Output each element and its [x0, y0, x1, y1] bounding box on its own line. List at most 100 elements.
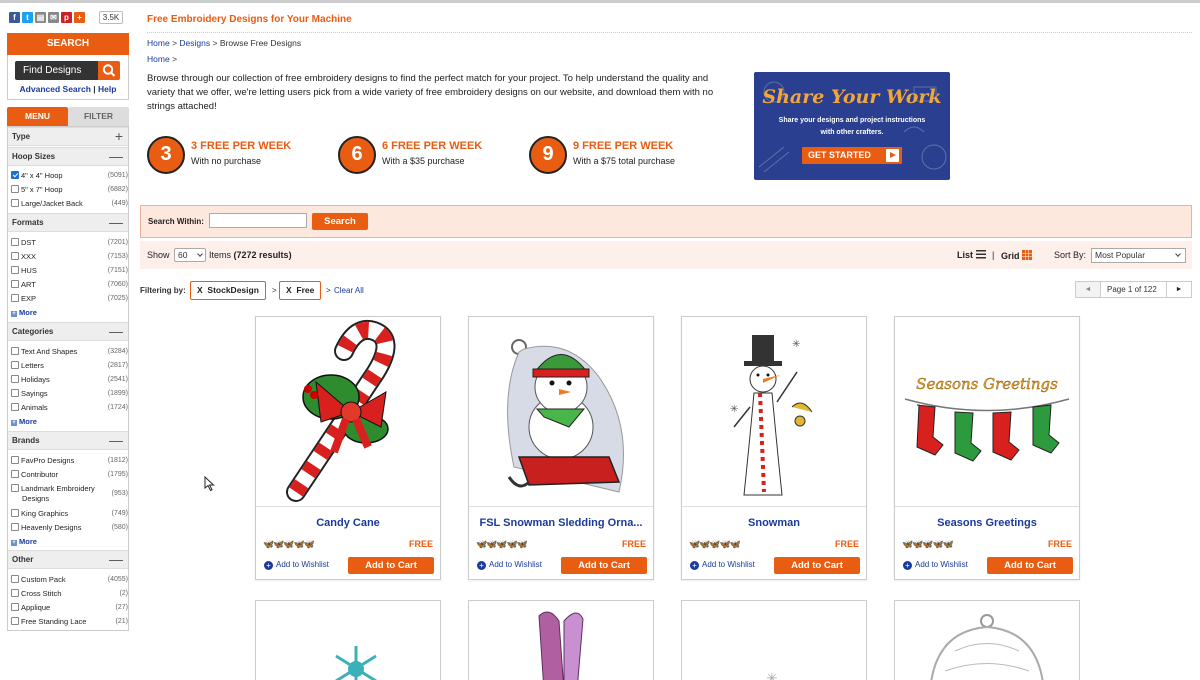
clear-all-link[interactable]: Clear All: [334, 286, 364, 295]
collapse-icon[interactable]: —: [109, 551, 123, 567]
checkbox[interactable]: [11, 361, 19, 369]
search-button[interactable]: [98, 61, 120, 80]
section-hoop-sizes[interactable]: Hoop Sizes —: [8, 147, 128, 166]
add-to-wishlist-link[interactable]: + Add to Wishlist: [903, 560, 968, 570]
prev-page-button[interactable]: ◄: [1075, 281, 1101, 298]
filter-item-letters[interactable]: Letters (2817): [11, 361, 128, 371]
section-categories[interactable]: Categories —: [8, 322, 128, 341]
filter-item-applique[interactable]: Applique (27): [11, 603, 128, 613]
section-brands[interactable]: Brands —: [8, 431, 128, 450]
filter-chip-free[interactable]: X Free: [279, 281, 322, 300]
product-image-snowman[interactable]: ✳ ✳: [682, 317, 866, 507]
filter-item-text-shapes[interactable]: Text And Shapes (3284): [11, 347, 128, 357]
checkbox[interactable]: [11, 185, 19, 193]
breadcrumb-home[interactable]: Home: [147, 54, 170, 64]
checkbox[interactable]: [11, 403, 19, 411]
product-card[interactable]: Candy Cane 🦋🦋🦋🦋🦋 FREE + Add to Wishlist A…: [255, 316, 441, 580]
filter-item-contributor[interactable]: Contributor (1795): [11, 470, 128, 480]
checkbox[interactable]: [11, 484, 19, 492]
advanced-search-link[interactable]: Advanced Search: [20, 84, 91, 94]
add-to-wishlist-link[interactable]: + Add to Wishlist: [477, 560, 542, 570]
add-to-wishlist-link[interactable]: + Add to Wishlist: [690, 560, 755, 570]
add-to-wishlist-link[interactable]: + Add to Wishlist: [264, 560, 329, 570]
checkbox[interactable]: [11, 238, 19, 246]
filter-item-dst[interactable]: DST (7201): [11, 238, 128, 248]
more-brands-link[interactable]: + More: [11, 537, 37, 546]
checkbox[interactable]: [11, 617, 19, 625]
filter-item-sayings[interactable]: Sayings (1899): [11, 389, 128, 399]
checkbox[interactable]: [11, 266, 19, 274]
checkbox[interactable]: [11, 347, 19, 355]
checkbox[interactable]: [11, 252, 19, 260]
collapse-icon[interactable]: —: [109, 432, 123, 448]
filter-chip-stockdesign[interactable]: X StockDesign: [190, 281, 266, 300]
filter-item-landmark[interactable]: Landmark Embroidery Designs (953): [11, 484, 128, 504]
filter-item-hus[interactable]: HUS (7151): [11, 266, 128, 276]
checkbox[interactable]: [11, 470, 19, 478]
search-within-button[interactable]: Search: [312, 213, 368, 230]
per-page-select[interactable]: 60: [174, 248, 206, 262]
filter-item-art[interactable]: ART (7060): [11, 280, 128, 290]
product-card[interactable]: Seasons Greetings Seasons Greetings 🦋🦋🦋🦋…: [894, 316, 1080, 580]
remove-filter-icon[interactable]: X: [286, 285, 292, 295]
add-to-cart-button[interactable]: Add to Cart: [987, 557, 1073, 574]
product-name[interactable]: Candy Cane: [256, 517, 440, 529]
product-image-candy-cane[interactable]: [256, 317, 440, 507]
filter-item-favpro[interactable]: FavPro Designs (1812): [11, 456, 128, 466]
product-name[interactable]: Seasons Greetings: [895, 517, 1079, 529]
filter-item-animals[interactable]: Animals (1724): [11, 403, 128, 413]
filter-item-fsl[interactable]: Free Standing Lace (21): [11, 617, 128, 627]
checkbox[interactable]: [11, 375, 19, 383]
product-name[interactable]: FSL Snowman Sledding Orna...: [469, 517, 653, 529]
product-card[interactable]: ✳: [681, 600, 867, 680]
product-image-fsl-snowman[interactable]: [469, 317, 653, 507]
checkbox[interactable]: [11, 389, 19, 397]
product-card[interactable]: ✳ ✳ Snowman 🦋🦋🦋🦋🦋 FREE + Add to Wishlist A…: [681, 316, 867, 580]
checkbox[interactable]: [11, 199, 19, 207]
filter-item-heavenly[interactable]: Heavenly Designs (580): [11, 523, 128, 533]
remove-filter-icon[interactable]: X: [197, 285, 203, 295]
product-name[interactable]: Snowman: [682, 517, 866, 529]
filter-item-hoop-large[interactable]: Large/Jacket Back (449): [11, 199, 128, 209]
product-card[interactable]: [255, 600, 441, 680]
filter-item-hoop-5x7[interactable]: 5" x 7" Hoop (6882): [11, 185, 128, 195]
sort-select[interactable]: Most Popular: [1091, 248, 1186, 263]
checkbox[interactable]: [11, 575, 19, 583]
filter-item-custom-pack[interactable]: Custom Pack (4055): [11, 575, 128, 585]
product-image-seasons-greetings[interactable]: Seasons Greetings: [895, 317, 1079, 507]
tab-menu[interactable]: MENU: [7, 107, 68, 126]
collapse-icon[interactable]: —: [109, 323, 123, 339]
filter-item-xxx[interactable]: XXX (7153): [11, 252, 128, 262]
next-page-button[interactable]: ►: [1166, 281, 1192, 298]
section-other[interactable]: Other —: [8, 550, 128, 569]
filter-item-exp[interactable]: EXP (7025): [11, 294, 128, 304]
get-started-button[interactable]: GET STARTED: [802, 147, 902, 164]
email-icon[interactable]: ✉: [48, 12, 59, 23]
grid-view-toggle[interactable]: Grid: [1001, 250, 1033, 261]
share-your-work-banner[interactable]: Share Your Work Share your designs and p…: [754, 72, 950, 180]
product-card[interactable]: [894, 600, 1080, 680]
checkbox[interactable]: [11, 603, 19, 611]
search-within-input[interactable]: [209, 213, 307, 228]
checkbox[interactable]: [11, 294, 19, 302]
more-formats-link[interactable]: + More: [11, 308, 37, 317]
product-card[interactable]: [468, 600, 654, 680]
print-icon[interactable]: ▤: [35, 12, 46, 23]
pinterest-icon[interactable]: p: [61, 12, 72, 23]
filter-item-holidays[interactable]: Holidays (2541): [11, 375, 128, 385]
checkbox[interactable]: [11, 509, 19, 517]
filter-item-king-graphics[interactable]: King Graphics (749): [11, 509, 128, 519]
checkbox[interactable]: [11, 589, 19, 597]
more-share-icon[interactable]: +: [74, 12, 85, 23]
breadcrumb-home[interactable]: Home: [147, 38, 170, 48]
tab-filter[interactable]: FILTER: [68, 107, 129, 126]
filter-item-hoop-4x4[interactable]: 4" x 4" Hoop (5091): [11, 171, 128, 181]
facebook-icon[interactable]: f: [9, 12, 20, 23]
expand-icon[interactable]: +: [115, 128, 123, 144]
collapse-icon[interactable]: —: [109, 214, 123, 230]
add-to-cart-button[interactable]: Add to Cart: [348, 557, 434, 574]
checkbox[interactable]: [11, 456, 19, 464]
breadcrumb-designs[interactable]: Designs: [179, 38, 210, 48]
more-categories-link[interactable]: + More: [11, 417, 37, 426]
checkbox[interactable]: [11, 523, 19, 531]
